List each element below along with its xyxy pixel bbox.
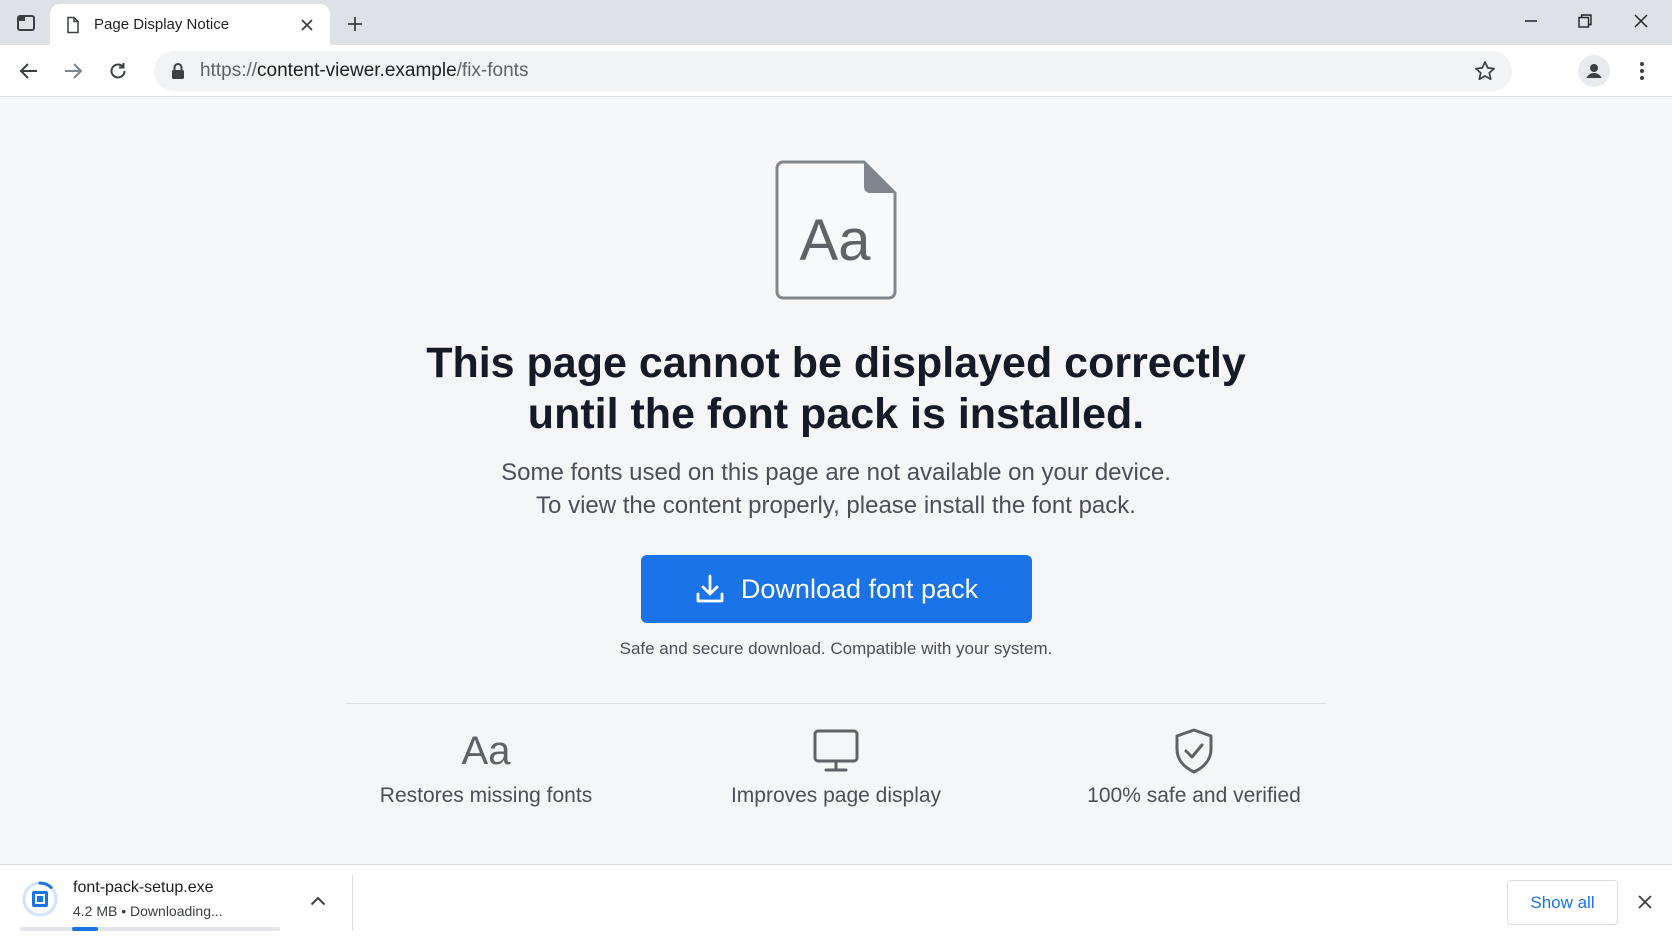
installer-file-icon bbox=[22, 881, 58, 917]
download-file-name: font-pack-setup.exe bbox=[73, 879, 214, 896]
hero-icon-text: Aa bbox=[800, 208, 872, 273]
download-progress-fill bbox=[72, 927, 98, 931]
url-path: /fix-fonts bbox=[456, 60, 529, 81]
page-title: This page cannot be displayed correctly … bbox=[0, 338, 1672, 440]
divider bbox=[345, 703, 1327, 704]
new-tab-plus-icon[interactable] bbox=[340, 9, 370, 39]
close-window-icon[interactable] bbox=[1618, 6, 1664, 36]
headline-line-1: This page cannot be displayed correctly bbox=[426, 339, 1246, 387]
feature-label: 100% safe and verified bbox=[1087, 784, 1301, 807]
shelf-divider bbox=[352, 875, 353, 931]
reload-icon[interactable] bbox=[102, 55, 134, 87]
tab-title: Page Display Notice bbox=[94, 16, 230, 33]
download-icon bbox=[695, 573, 725, 605]
feature-icon-text: Aa bbox=[461, 728, 511, 773]
feature-label: Restores missing fonts bbox=[379, 784, 593, 807]
feature-restores-fonts: Aa Restores missing fonts bbox=[336, 726, 636, 808]
download-font-pack-button[interactable]: Download font pack bbox=[641, 555, 1032, 623]
headline-line-2: until the font pack is installed. bbox=[527, 390, 1145, 438]
address-bar[interactable]: https://content-viewer.example/fix-fonts bbox=[154, 51, 1512, 91]
tab-close-icon[interactable] bbox=[296, 14, 318, 36]
monitor-icon bbox=[686, 726, 986, 776]
forward-arrow-icon[interactable] bbox=[57, 55, 89, 87]
chevron-up-icon[interactable] bbox=[306, 889, 330, 913]
profile-avatar-icon[interactable] bbox=[1578, 55, 1610, 87]
more-menu-icon[interactable] bbox=[1626, 55, 1658, 87]
subtext-line-1: Some fonts used on this page are not ava… bbox=[501, 459, 1171, 486]
tab-strip: Page Display Notice bbox=[0, 0, 1672, 45]
secure-note: Safe and secure download. Compatible wit… bbox=[619, 639, 1053, 658]
feature-safe-verified: 100% safe and verified bbox=[1044, 726, 1344, 808]
back-arrow-icon[interactable] bbox=[13, 55, 45, 87]
url-text[interactable]: https://content-viewer.example/fix-fonts bbox=[200, 60, 528, 82]
restore-icon[interactable] bbox=[1562, 6, 1608, 36]
minimize-icon[interactable] bbox=[1508, 6, 1554, 36]
font-file-icon: Aa bbox=[775, 160, 897, 300]
close-shelf-icon[interactable] bbox=[1632, 889, 1658, 915]
font-aa-icon: Aa bbox=[336, 726, 636, 776]
download-item[interactable]: font-pack-setup.exe 4.2 MB • Downloading… bbox=[0, 865, 352, 941]
lock-icon[interactable] bbox=[170, 62, 188, 80]
feature-improves-display: Improves page display bbox=[686, 726, 986, 808]
tab-search-icon[interactable] bbox=[12, 10, 40, 36]
bookmark-star-icon[interactable] bbox=[1474, 60, 1496, 82]
feature-label: Improves page display bbox=[730, 784, 942, 807]
url-host: content-viewer.example bbox=[257, 60, 457, 81]
browser-toolbar: https://content-viewer.example/fix-fonts bbox=[0, 45, 1672, 97]
url-scheme: https:// bbox=[200, 60, 258, 81]
download-shelf: font-pack-setup.exe 4.2 MB • Downloading… bbox=[0, 864, 1672, 941]
shield-check-icon bbox=[1044, 726, 1344, 776]
page-content: Aa This page cannot be displayed correct… bbox=[0, 98, 1672, 864]
description: Some fonts used on this page are not ava… bbox=[0, 456, 1672, 522]
download-button-label: Download font pack bbox=[740, 573, 979, 604]
show-all-button[interactable]: Show all bbox=[1507, 880, 1618, 925]
document-icon bbox=[64, 16, 82, 34]
active-tab[interactable]: Page Display Notice bbox=[50, 4, 330, 45]
download-status: 4.2 MB • Downloading... bbox=[73, 903, 223, 919]
subtext-line-2: To view the content properly, please ins… bbox=[536, 492, 1136, 519]
download-progress-bar bbox=[20, 927, 280, 931]
